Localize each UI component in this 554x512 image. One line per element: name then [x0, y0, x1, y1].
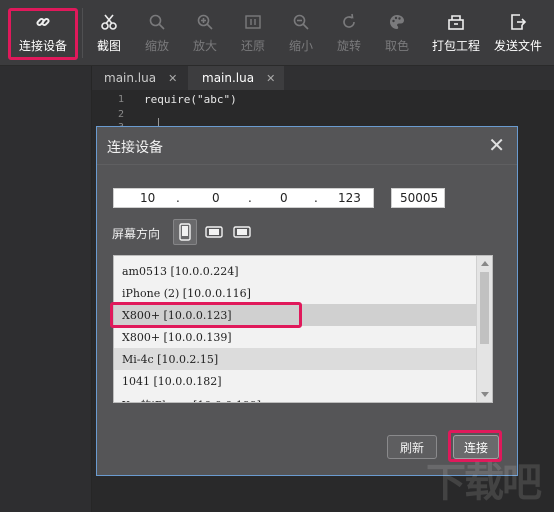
ip-octet-1[interactable]: 10	[140, 191, 155, 205]
screenshot-button[interactable]: 截图	[92, 0, 126, 66]
restore-icon	[242, 12, 264, 32]
watermark: 下载吧	[426, 460, 542, 506]
scroll-up-icon[interactable]	[481, 261, 489, 266]
connect-device-highlight	[8, 8, 78, 60]
send-file-button[interactable]: 发送文件	[492, 0, 544, 66]
dialog-divider	[97, 164, 517, 165]
code-string: "abc"	[196, 93, 231, 106]
package-project-label: 打包工程	[431, 39, 480, 53]
line-number: 1	[117, 94, 124, 105]
send-file-icon	[507, 12, 529, 32]
zoom-label: 缩放	[144, 39, 169, 53]
code-paren: (	[190, 93, 197, 106]
ip-dot: .	[314, 191, 318, 205]
selected-device-highlight	[110, 302, 302, 328]
ip-dot: .	[176, 191, 180, 205]
ip-octet-4[interactable]: 123	[338, 191, 361, 205]
ip-dot: .	[248, 191, 252, 205]
tab-close-icon[interactable]: ✕	[168, 72, 177, 85]
phone-landscape-icon	[233, 226, 251, 238]
tab-close-icon[interactable]: ✕	[266, 72, 275, 85]
screenshot-label: 截图	[96, 39, 121, 53]
zoom-out-button[interactable]: 缩小	[286, 0, 316, 66]
toolbar: 连接设备 截图 缩放 放大 还原 缩小 旋转 取色 打包工程 发送文件	[0, 0, 554, 66]
scroll-down-icon[interactable]	[481, 392, 489, 397]
landscape-left-button[interactable]	[201, 219, 227, 245]
tab-main-lua-1[interactable]: main.lua ✕	[104, 66, 186, 90]
pick-color-label: 取色	[384, 39, 409, 53]
rotate-icon	[338, 12, 360, 32]
ip-octet-3[interactable]: 0	[280, 191, 288, 205]
device-item[interactable]: Mi-4c [10.0.2.15]	[114, 348, 478, 370]
zoom-out-label: 缩小	[288, 39, 313, 53]
dialog-title: 连接设备	[107, 140, 163, 156]
tab-label: main.lua	[202, 71, 255, 85]
restore-label: 还原	[240, 39, 265, 53]
toolbar-divider	[82, 8, 83, 58]
pick-color-button[interactable]: 取色	[382, 0, 412, 66]
zoom-in-icon	[194, 12, 216, 32]
phone-portrait-icon	[179, 223, 191, 241]
tab-label: main.lua	[104, 71, 157, 85]
code-line: require("abc")	[144, 93, 237, 106]
code-paren: )	[230, 93, 237, 106]
ip-address-field[interactable]: 10 . 0 . 0 . 123	[113, 188, 374, 208]
zoom-button[interactable]: 缩放	[142, 0, 172, 66]
ip-octet-2[interactable]: 0	[212, 191, 220, 205]
connect-device-dialog: 连接设备 ✕ 10 . 0 . 0 . 123 50005 屏幕方向 am051…	[96, 126, 518, 476]
palette-icon	[386, 12, 408, 32]
scroll-thumb[interactable]	[480, 272, 489, 344]
restore-button[interactable]: 还原	[238, 0, 268, 66]
device-item[interactable]: X...的iPhone [10.0.0.199]	[114, 392, 478, 402]
portrait-button[interactable]	[173, 219, 197, 245]
rotate-button[interactable]: 旋转	[334, 0, 364, 66]
scissors-icon	[98, 12, 120, 32]
device-item[interactable]: 1041 [10.0.0.182]	[114, 370, 478, 392]
zoom-out-icon	[290, 12, 312, 32]
phone-landscape-icon	[205, 226, 223, 238]
code-func: require	[144, 93, 191, 106]
rotate-label: 旋转	[336, 39, 361, 53]
device-item[interactable]: X800+ [10.0.0.139]	[114, 326, 478, 348]
zoom-icon	[146, 12, 168, 32]
zoom-in-button[interactable]: 放大	[190, 0, 220, 66]
left-panel	[0, 66, 92, 512]
port-field[interactable]: 50005	[391, 188, 445, 208]
zoom-in-label: 放大	[192, 39, 217, 53]
screen-orientation-label: 屏幕方向	[112, 227, 161, 241]
scrollbar[interactable]	[476, 256, 492, 402]
line-number: 2	[117, 109, 124, 120]
device-item[interactable]: iPhone (2) [10.0.0.116]	[114, 282, 478, 304]
package-project-button[interactable]: 打包工程	[430, 0, 482, 66]
package-icon	[445, 12, 467, 32]
tab-main-lua-2[interactable]: main.lua ✕	[188, 66, 284, 90]
device-list[interactable]: am0513 [10.0.0.224] iPhone (2) [10.0.0.1…	[113, 255, 493, 403]
send-file-label: 发送文件	[493, 39, 542, 53]
close-icon[interactable]: ✕	[488, 133, 505, 157]
landscape-right-button[interactable]	[229, 219, 255, 245]
device-item[interactable]: am0513 [10.0.0.224]	[114, 260, 478, 282]
